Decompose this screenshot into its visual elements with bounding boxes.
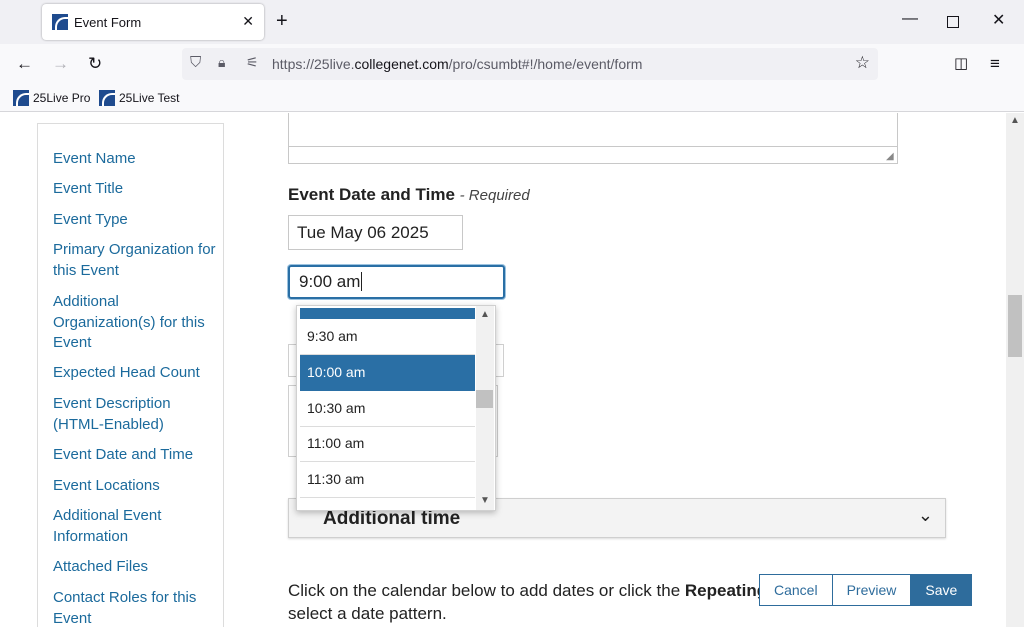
pocket-icon[interactable]: ◫ [954,54,968,72]
bookmark-25live-test[interactable]: 25Live Test [99,90,180,106]
section-title: Event Date and Time - Required [288,185,530,205]
close-window-icon[interactable]: ✕ [992,10,1005,30]
page-scrollbar[interactable]: ▲ [1006,113,1024,627]
close-tab-icon[interactable]: ✕ [242,13,254,30]
save-button[interactable]: Save [911,574,973,606]
cancel-button[interactable]: Cancel [759,574,833,606]
bookmark-label: 25Live Test [119,91,180,105]
shield-icon[interactable]: ⛉ [190,54,201,71]
chevron-down-icon[interactable]: ⌄ [918,505,933,526]
browser-tab-bar: Event Form ✕ + — ✕ [0,0,1024,44]
bookmarks-bar: 25Live Pro 25Live Test [0,84,1024,112]
minimize-icon[interactable]: — [902,10,918,28]
url-bar[interactable]: ⛉ 🔒︎ ⚟ https://25live.collegenet.com/pro… [182,48,878,80]
time-dropdown: 9:30 am 10:00 am 10:30 am 11:00 am 11:30… [296,305,496,511]
25live-favicon-icon [99,90,115,106]
maximize-icon[interactable] [947,16,959,28]
forward-arrow-icon[interactable]: → [52,54,69,74]
25live-favicon-icon [13,90,29,106]
required-label: - Required [459,187,530,204]
sidebar-item-event-name[interactable]: Event Name [53,149,218,170]
tab-title: Event Form [74,14,142,30]
back-arrow-icon[interactable]: ← [16,54,33,74]
sidebar-item-attached-files[interactable]: Attached Files [53,557,218,578]
sidebar-item-event-title[interactable]: Event Title [53,179,218,200]
resize-handle-icon[interactable]: ◢ [886,151,894,162]
sidebar-item-additional-organizations[interactable]: Additional Organization(s) for this Even… [53,292,218,354]
form-sidebar: Event Name Event Title Event Type Primar… [37,123,224,627]
calendar-text-after: select a date pattern. [288,604,447,623]
page-content: Event Name Event Title Event Type Primar… [0,113,1006,627]
sidebar-item-expected-head-count[interactable]: Expected Head Count [53,363,218,384]
time-option[interactable]: 11:30 am [300,462,475,498]
reload-icon[interactable]: ↻ [88,54,102,74]
time-option[interactable]: 10:30 am [300,391,475,427]
calendar-text-before: Click on the calendar below to add dates… [288,581,681,600]
permissions-icon[interactable]: ⚟ [246,54,259,71]
25live-favicon-icon [52,14,68,30]
url-domain: collegenet.com [354,56,449,72]
time-option-selected[interactable]: 10:00 am [300,355,475,391]
bookmark-star-icon[interactable]: ☆ [855,53,870,73]
previous-option-highlight [300,308,475,319]
start-date-input[interactable]: Tue May 06 2025 [288,215,463,250]
dropdown-scrollbar[interactable]: ▲ ▼ [476,306,494,510]
new-tab-icon[interactable]: + [276,10,288,32]
repeating-link-text: Repeating [684,581,768,600]
sidebar-item-additional-information[interactable]: Additional Event Information [53,506,218,547]
sidebar-item-event-description[interactable]: Event Description (HTML-Enabled) [53,394,218,435]
browser-tab[interactable]: Event Form ✕ [42,4,264,40]
calendar-instructions: Click on the calendar below to add dates… [288,579,768,625]
dropdown-scroll-thumb[interactable] [476,390,493,408]
time-input-value: 9:00 am [299,272,361,291]
form-action-buttons: Cancel Preview Save [759,574,973,606]
url-text[interactable]: https://25live.collegenet.com/pro/csumbt… [272,56,642,72]
url-path: /pro/csumbt#!/home/event/form [448,56,643,72]
start-time-input[interactable]: 9:00 am [288,265,505,299]
bookmark-label: 25Live Pro [33,91,91,105]
sidebar-item-event-date-time[interactable]: Event Date and Time [53,445,218,466]
lock-icon[interactable]: 🔒︎ [218,54,225,71]
sidebar-item-primary-organization[interactable]: Primary Organization for this Event [53,240,218,281]
scroll-up-icon[interactable]: ▲ [1010,115,1020,126]
scroll-up-icon[interactable]: ▲ [480,309,490,320]
additional-time-label: Additional time [323,508,461,529]
page-scroll-thumb[interactable] [1008,295,1022,357]
sidebar-item-contact-roles[interactable]: Contact Roles for this Event [53,588,218,627]
bookmark-25live-pro[interactable]: 25Live Pro [13,90,90,106]
sidebar-item-event-type[interactable]: Event Type [53,210,218,231]
time-option[interactable]: 9:30 am [300,319,475,355]
section-title-text: Event Date and Time [288,185,455,204]
menu-icon[interactable]: ≡ [990,54,1000,74]
sidebar-item-event-locations[interactable]: Event Locations [53,476,218,497]
textarea-footer [288,146,898,164]
text-cursor [361,272,363,291]
scroll-down-icon[interactable]: ▼ [480,495,490,506]
time-option[interactable]: 11:00 am [300,426,475,462]
url-prefix: https://25live. [272,56,355,72]
preview-button[interactable]: Preview [832,574,912,606]
